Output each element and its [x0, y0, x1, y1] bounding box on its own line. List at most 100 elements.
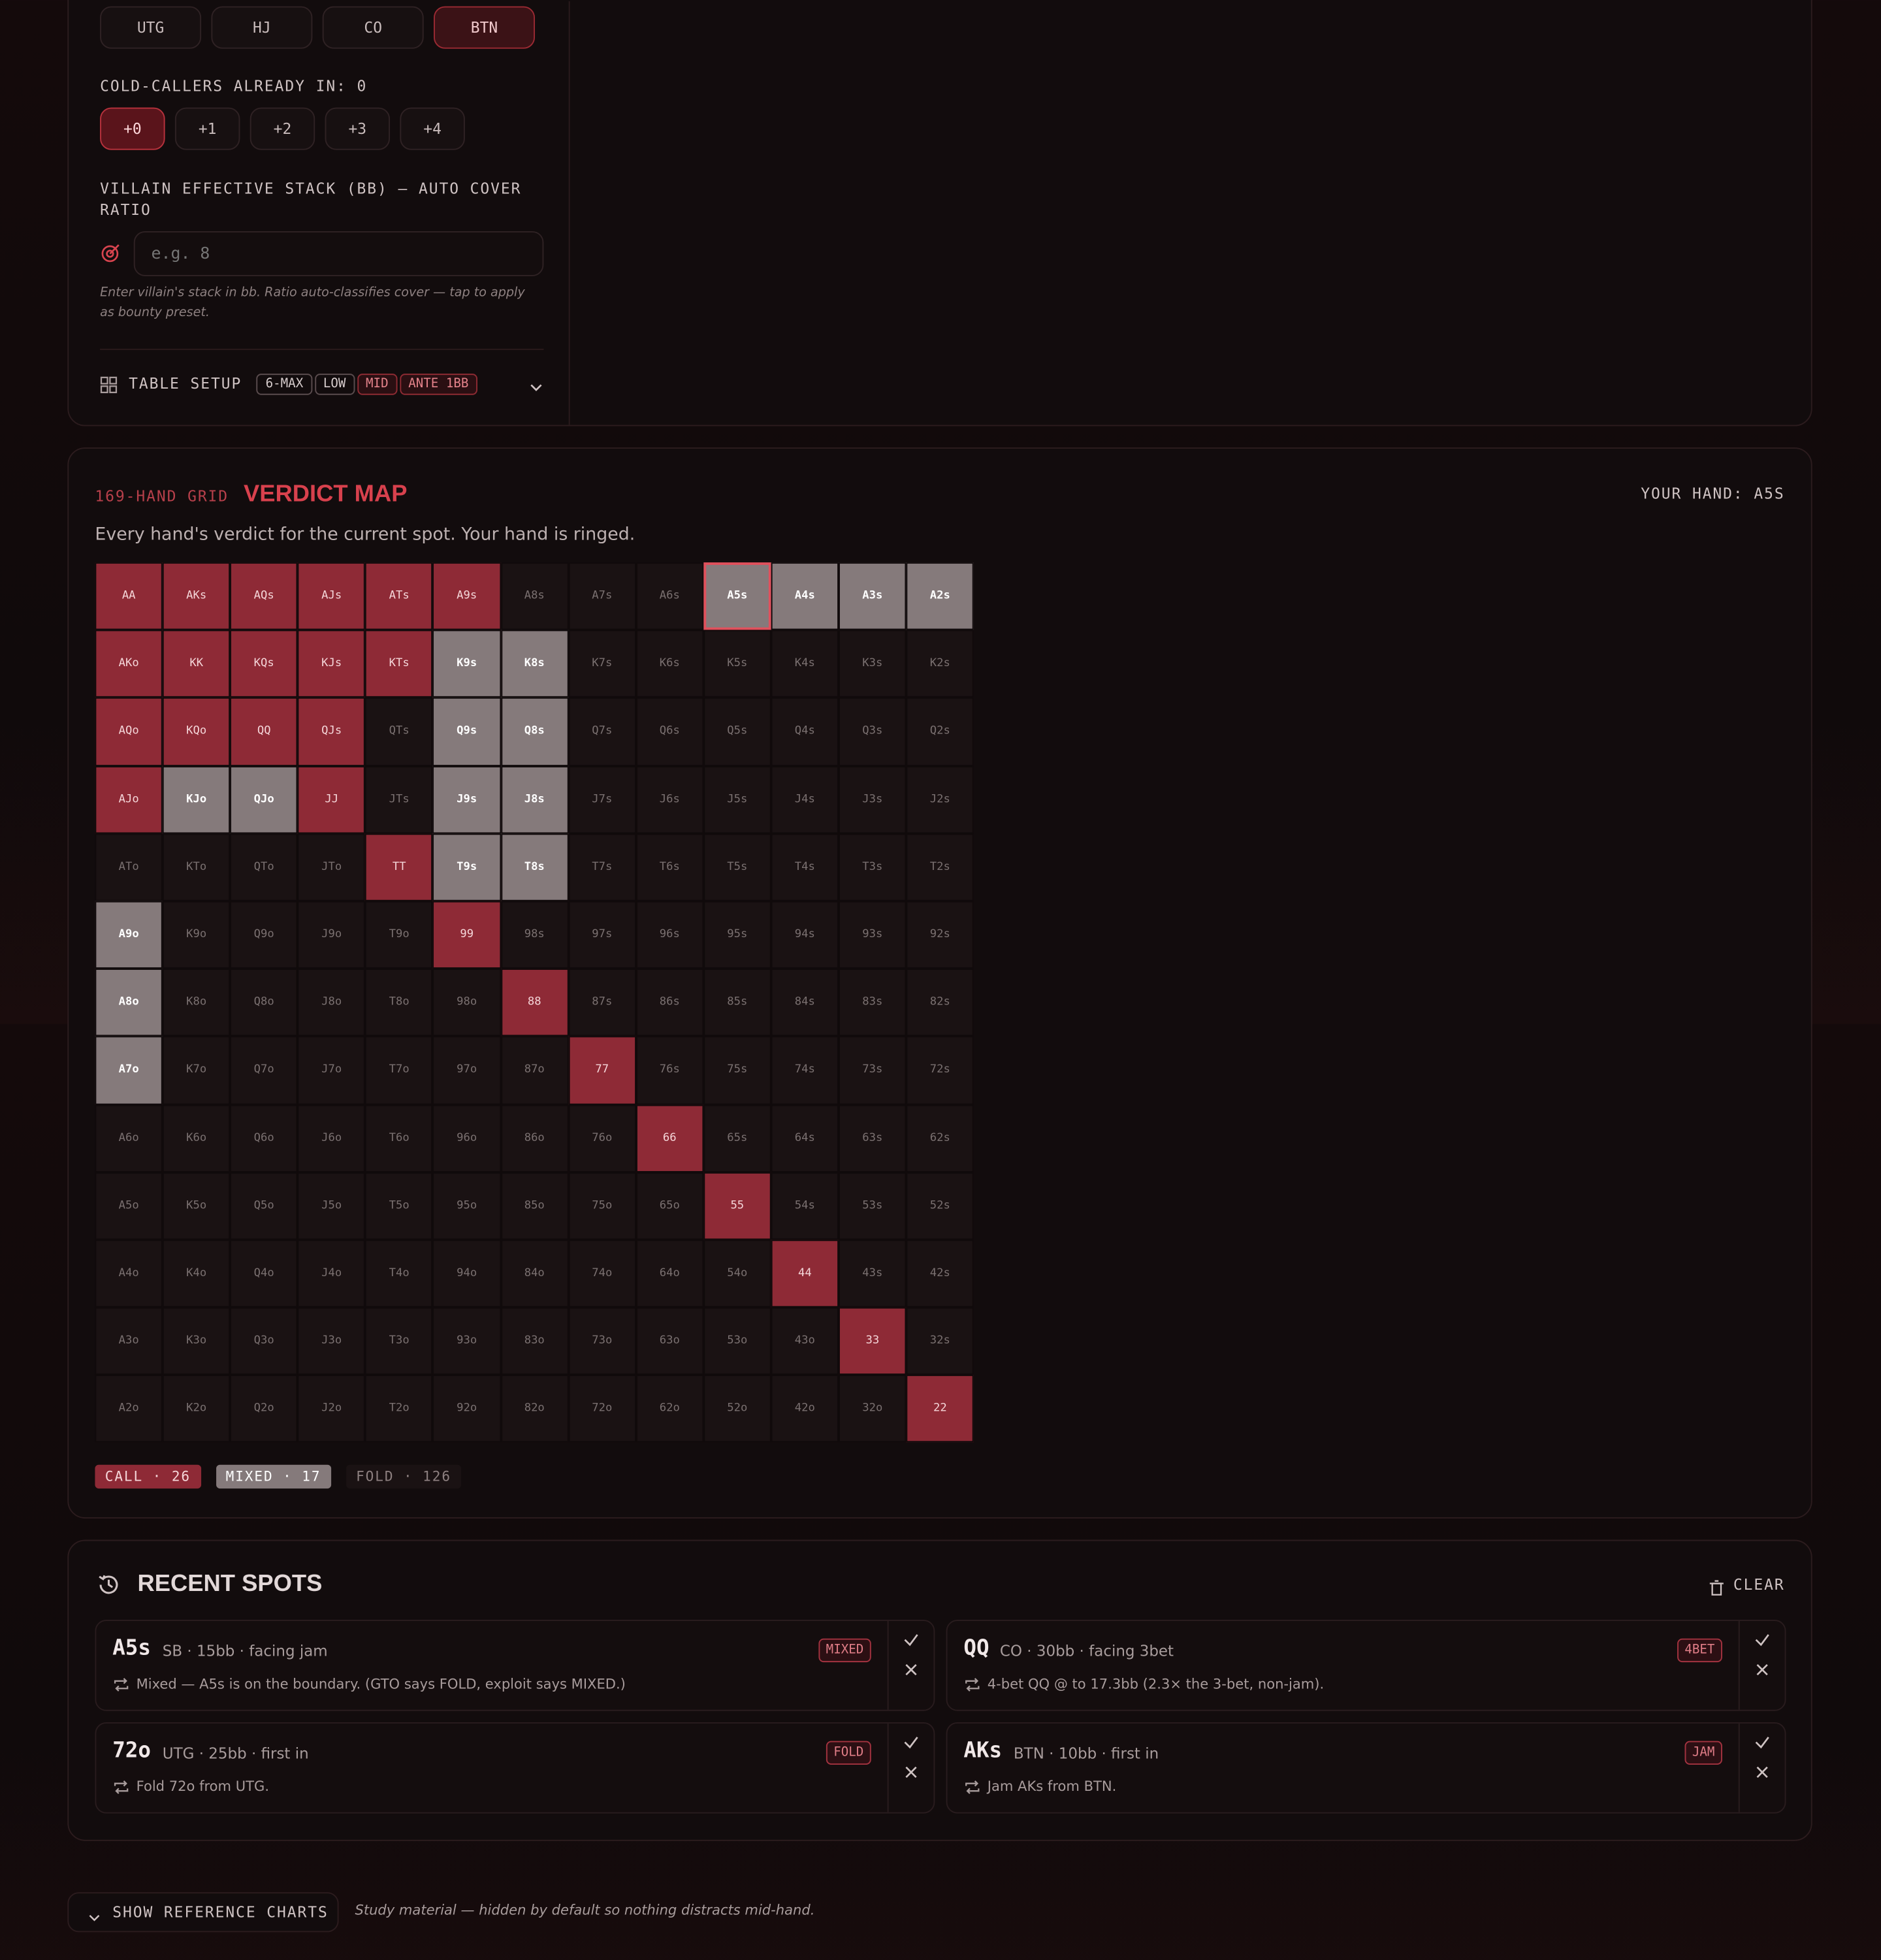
hand-cell-97s[interactable]: 97s	[568, 901, 636, 969]
hand-cell-kqs[interactable]: KQs	[230, 630, 298, 698]
hand-cell-k6s[interactable]: K6s	[635, 630, 704, 698]
table-setup-toggle[interactable]: TABLE SETUP 6-MAX LOW MID ANTE 1BB	[100, 371, 543, 396]
hand-cell-84o[interactable]: 84o	[500, 1240, 569, 1308]
hand-cell-ako[interactable]: AKo	[95, 630, 163, 698]
hand-cell-k5s[interactable]: K5s	[703, 630, 771, 698]
hand-cell-ato[interactable]: ATo	[95, 833, 163, 901]
hand-cell-75s[interactable]: 75s	[703, 1036, 771, 1104]
hand-cell-t2s[interactable]: T2s	[906, 833, 974, 901]
hand-cell-93o[interactable]: 93o	[433, 1307, 501, 1375]
hand-cell-76s[interactable]: 76s	[635, 1036, 704, 1104]
hand-cell-k3o[interactable]: K3o	[162, 1307, 231, 1375]
hand-cell-j5s[interactable]: J5s	[703, 765, 771, 833]
hand-cell-63o[interactable]: 63o	[635, 1307, 704, 1375]
hand-cell-k4o[interactable]: K4o	[162, 1240, 231, 1308]
hand-cell-t6s[interactable]: T6s	[635, 833, 704, 901]
cold-callers-option-3[interactable]: +3	[325, 107, 391, 150]
hand-cell-a7o[interactable]: A7o	[95, 1036, 163, 1104]
hand-cell-j6s[interactable]: J6s	[635, 765, 704, 833]
hand-cell-22[interactable]: 22	[906, 1375, 974, 1443]
hand-cell-t5s[interactable]: T5s	[703, 833, 771, 901]
hand-cell-k2o[interactable]: K2o	[162, 1375, 231, 1443]
hand-cell-aqs[interactable]: AQs	[230, 562, 298, 630]
hand-cell-k8o[interactable]: K8o	[162, 969, 231, 1036]
hand-cell-q2o[interactable]: Q2o	[230, 1375, 298, 1443]
hand-cell-86s[interactable]: 86s	[635, 969, 704, 1036]
hand-cell-72s[interactable]: 72s	[906, 1036, 974, 1104]
hand-cell-jts[interactable]: JTs	[365, 765, 434, 833]
cold-callers-option-4[interactable]: +4	[400, 107, 465, 150]
hand-cell-43o[interactable]: 43o	[771, 1307, 839, 1375]
hand-cell-aqo[interactable]: AQo	[95, 698, 163, 766]
hand-cell-43s[interactable]: 43s	[839, 1240, 907, 1308]
hand-cell-q6o[interactable]: Q6o	[230, 1104, 298, 1172]
hand-cell-kk[interactable]: KK	[162, 630, 231, 698]
hand-cell-j9s[interactable]: J9s	[433, 765, 501, 833]
hand-cell-q9s[interactable]: Q9s	[433, 698, 501, 766]
hand-cell-96o[interactable]: 96o	[433, 1104, 501, 1172]
hand-cell-54o[interactable]: 54o	[703, 1240, 771, 1308]
hand-cell-ats[interactable]: ATs	[365, 562, 434, 630]
hand-cell-q8s[interactable]: Q8s	[500, 698, 569, 766]
hand-cell-t8s[interactable]: T8s	[500, 833, 569, 901]
hand-cell-k7o[interactable]: K7o	[162, 1036, 231, 1104]
check-icon[interactable]	[903, 1630, 920, 1647]
hand-cell-a5o[interactable]: A5o	[95, 1172, 163, 1240]
hand-cell-86o[interactable]: 86o	[500, 1104, 569, 1172]
hand-cell-j7s[interactable]: J7s	[568, 765, 636, 833]
hand-cell-55[interactable]: 55	[703, 1172, 771, 1240]
hand-cell-83s[interactable]: 83s	[839, 969, 907, 1036]
hand-cell-q5s[interactable]: Q5s	[703, 698, 771, 766]
hand-cell-t5o[interactable]: T5o	[365, 1172, 434, 1240]
hand-cell-96s[interactable]: 96s	[635, 901, 704, 969]
position-button-hj[interactable]: HJ	[211, 6, 313, 49]
hand-cell-a8s[interactable]: A8s	[500, 562, 569, 630]
hand-cell-kjs[interactable]: KJs	[297, 630, 366, 698]
hand-cell-a3o[interactable]: A3o	[95, 1307, 163, 1375]
hand-cell-88[interactable]: 88	[500, 969, 569, 1036]
hand-cell-74o[interactable]: 74o	[568, 1240, 636, 1308]
hand-cell-j4s[interactable]: J4s	[771, 765, 839, 833]
hand-cell-82s[interactable]: 82s	[906, 969, 974, 1036]
hand-cell-76o[interactable]: 76o	[568, 1104, 636, 1172]
hand-cell-a4s[interactable]: A4s	[771, 562, 839, 630]
hand-cell-kjo[interactable]: KJo	[162, 765, 231, 833]
position-button-btn[interactable]: BTN	[434, 6, 536, 49]
hand-cell-a5s[interactable]: A5s	[703, 562, 771, 630]
show-reference-charts-button[interactable]: SHOW REFERENCE CHARTS	[67, 1892, 339, 1933]
hand-cell-32o[interactable]: 32o	[839, 1375, 907, 1443]
hand-cell-j3o[interactable]: J3o	[297, 1307, 366, 1375]
hand-cell-q7o[interactable]: Q7o	[230, 1036, 298, 1104]
hand-cell-94o[interactable]: 94o	[433, 1240, 501, 1308]
hand-cell-tt[interactable]: TT	[365, 833, 434, 901]
hand-cell-92o[interactable]: 92o	[433, 1375, 501, 1443]
hand-cell-qto[interactable]: QTo	[230, 833, 298, 901]
hand-cell-a9o[interactable]: A9o	[95, 901, 163, 969]
hand-cell-k9o[interactable]: K9o	[162, 901, 231, 969]
hand-cell-52o[interactable]: 52o	[703, 1375, 771, 1443]
hand-cell-q3s[interactable]: Q3s	[839, 698, 907, 766]
hand-cell-q7s[interactable]: Q7s	[568, 698, 636, 766]
hand-cell-63s[interactable]: 63s	[839, 1104, 907, 1172]
hand-cell-54s[interactable]: 54s	[771, 1172, 839, 1240]
hand-cell-92s[interactable]: 92s	[906, 901, 974, 969]
hand-cell-j2o[interactable]: J2o	[297, 1375, 366, 1443]
check-icon[interactable]	[1754, 1732, 1771, 1750]
hand-cell-87o[interactable]: 87o	[500, 1036, 569, 1104]
hand-cell-j6o[interactable]: J6o	[297, 1104, 366, 1172]
hand-cell-85s[interactable]: 85s	[703, 969, 771, 1036]
hand-cell-j4o[interactable]: J4o	[297, 1240, 366, 1308]
hand-cell-a6s[interactable]: A6s	[635, 562, 704, 630]
hand-cell-94s[interactable]: 94s	[771, 901, 839, 969]
cold-callers-option-0[interactable]: +0	[100, 107, 165, 150]
close-icon[interactable]	[903, 1762, 920, 1780]
hand-cell-k8s[interactable]: K8s	[500, 630, 569, 698]
position-button-utg[interactable]: UTG	[100, 6, 202, 49]
hand-cell-a8o[interactable]: A8o	[95, 969, 163, 1036]
hand-cell-k4s[interactable]: K4s	[771, 630, 839, 698]
hand-cell-qts[interactable]: QTs	[365, 698, 434, 766]
hand-cell-k5o[interactable]: K5o	[162, 1172, 231, 1240]
hand-cell-q4o[interactable]: Q4o	[230, 1240, 298, 1308]
hand-cell-84s[interactable]: 84s	[771, 969, 839, 1036]
recent-spot-card[interactable]: QQ CO · 30bb · facing 3bet 4BET 4-bet QQ…	[946, 1620, 1786, 1711]
